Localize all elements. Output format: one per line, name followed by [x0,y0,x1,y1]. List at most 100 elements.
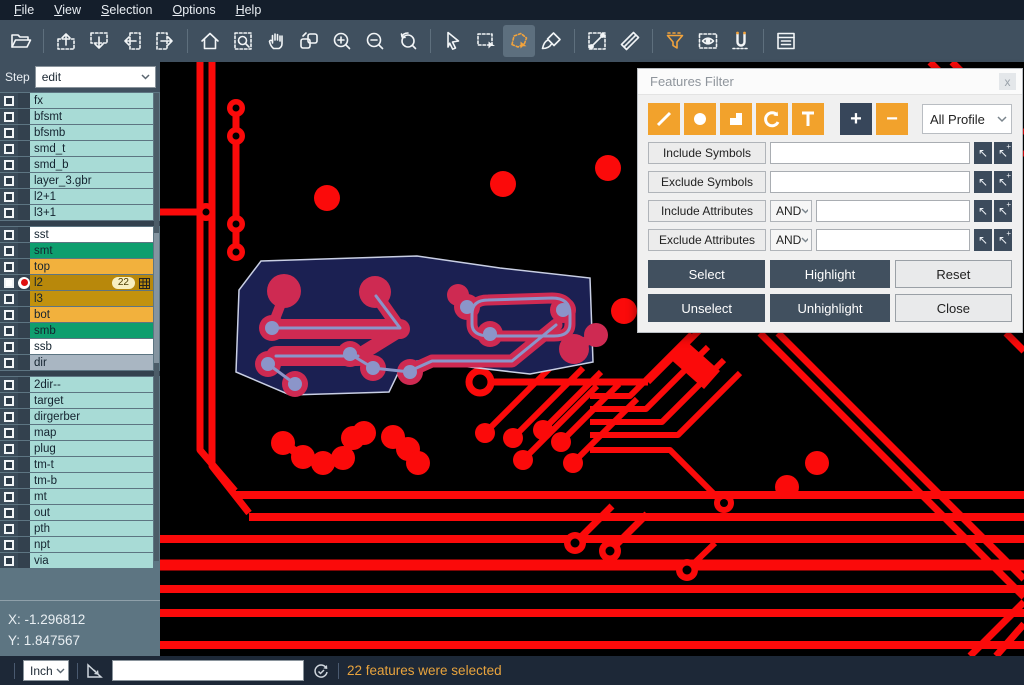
active-layer-indicator-cell[interactable] [18,505,30,520]
active-layer-indicator-cell[interactable] [18,537,30,552]
pick-symbol-add-icon[interactable]: ↖+ [994,142,1012,164]
features-filter-icon[interactable] [659,25,691,57]
active-layer-indicator-cell[interactable] [18,441,30,456]
active-layer-indicator-cell[interactable] [18,109,30,124]
layer-item-out[interactable]: out [30,505,153,520]
layer-item-l3+1[interactable]: l3+1 [30,205,153,220]
layer-item-smd_t[interactable]: smd_t [30,141,153,156]
layer-visibility-checkbox[interactable] [0,393,18,408]
layer-item-smt[interactable]: smt [30,243,153,258]
select-polygon-icon[interactable] [503,25,535,57]
exclude-attributes-button[interactable]: Exclude Attributes [648,229,766,251]
layer-item-tm-t[interactable]: tm-t [30,457,153,472]
exclude-attributes-operator-dropdown[interactable]: AND [770,229,812,251]
layer-item-dirgerber[interactable]: dirgerber [30,409,153,424]
active-layer-indicator-cell[interactable] [18,377,30,392]
pick-attribute-add-icon[interactable]: ↖+ [994,229,1012,251]
active-layer-indicator-cell[interactable] [18,473,30,488]
active-layer-indicator-cell[interactable] [18,457,30,472]
layer-visibility-checkbox[interactable] [0,553,18,568]
layers-form-icon[interactable] [770,25,802,57]
active-layer-indicator-cell[interactable] [18,205,30,220]
layer-visibility-checkbox[interactable] [0,93,18,108]
layer-visibility-checkbox[interactable] [0,377,18,392]
snap-angle-icon[interactable] [86,663,104,679]
pick-attribute-icon[interactable]: ↖ [974,229,992,251]
pick-symbol-icon[interactable]: ↖ [974,142,992,164]
layer-visibility-checkbox[interactable] [0,521,18,536]
include-symbols-button[interactable]: Include Symbols [648,142,766,164]
layer-item-ssb[interactable]: ssb [30,339,153,354]
active-layer-indicator-cell[interactable] [18,259,30,274]
measure-ruler-icon[interactable] [614,25,646,57]
active-layer-indicator-cell[interactable] [18,521,30,536]
select-button[interactable]: Select [648,260,765,288]
layer-item-pth[interactable]: pth [30,521,153,536]
include-attributes-button[interactable]: Include Attributes [648,200,766,222]
layer-visibility-checkbox[interactable] [0,473,18,488]
layer-visibility-checkbox[interactable] [0,441,18,456]
active-layer-indicator-cell[interactable] [18,157,30,172]
layer-visibility-checkbox[interactable] [0,173,18,188]
pan-right-icon[interactable] [149,25,181,57]
layer-visibility-checkbox[interactable] [0,537,18,552]
layer-item-bfsmt[interactable]: bfsmt [30,109,153,124]
pick-attribute-add-icon[interactable]: ↖+ [994,200,1012,222]
layer-visibility-checkbox[interactable] [0,125,18,140]
home-view-icon[interactable] [194,25,226,57]
active-layer-indicator-cell[interactable] [18,355,30,370]
layer-item-l2+1[interactable]: l2+1 [30,189,153,204]
zoom-previous-icon[interactable] [392,25,424,57]
pan-hand-icon[interactable] [260,25,292,57]
menu-file[interactable]: File [4,1,44,19]
active-layer-indicator-cell[interactable] [18,93,30,108]
layer-item-target[interactable]: target [30,393,153,408]
clear-brush-icon[interactable] [536,25,568,57]
layer-visibility-checkbox[interactable] [0,339,18,354]
step-dropdown[interactable]: edit [35,66,156,88]
view-swap-icon[interactable] [293,25,325,57]
active-layer-indicator-cell[interactable] [18,243,30,258]
active-layer-indicator-cell[interactable] [18,489,30,504]
include-attributes-input[interactable] [816,200,970,222]
active-layer-indicator-cell[interactable] [18,189,30,204]
filter-text-icon[interactable] [792,103,824,135]
exclude-symbols-button[interactable]: Exclude Symbols [648,171,766,193]
active-layer-indicator-cell[interactable] [18,173,30,188]
zoom-out-icon[interactable] [359,25,391,57]
layer-visibility-checkbox[interactable] [0,259,18,274]
snap-magnet-icon[interactable] [725,25,757,57]
active-layer-indicator-cell[interactable] [18,141,30,156]
pan-down-icon[interactable] [83,25,115,57]
layer-visibility-checkbox[interactable] [0,109,18,124]
include-symbols-input[interactable] [770,142,970,164]
select-pointer-icon[interactable] [437,25,469,57]
dialog-close-icon[interactable]: x [999,73,1016,90]
menu-help[interactable]: Help [226,1,272,19]
pick-symbol-icon[interactable]: ↖ [974,171,992,193]
reset-button[interactable]: Reset [895,260,1012,288]
layer-visibility-checkbox[interactable] [0,275,18,290]
layer-visibility-checkbox[interactable] [0,355,18,370]
active-layer-indicator-cell[interactable] [18,307,30,322]
layer-visibility-checkbox[interactable] [0,243,18,258]
filter-add-button[interactable]: + [840,103,872,135]
active-layer-indicator-cell[interactable] [18,227,30,242]
active-layer-indicator-cell[interactable] [18,409,30,424]
layer-item-mt[interactable]: mt [30,489,153,504]
layer-item-bfsmb[interactable]: bfsmb [30,125,153,140]
active-layer-indicator-cell[interactable] [18,275,30,290]
unhighlight-button[interactable]: Unhighlight [770,294,889,322]
active-layer-indicator-cell[interactable] [18,393,30,408]
layer-item-map[interactable]: map [30,425,153,440]
layer-item-l2[interactable]: l222 [30,275,153,290]
layer-visibility-checkbox[interactable] [0,457,18,472]
layer-visibility-checkbox[interactable] [0,489,18,504]
layer-visibility-checkbox[interactable] [0,141,18,156]
active-layer-indicator-cell[interactable] [18,291,30,306]
include-attributes-operator-dropdown[interactable]: AND [770,200,812,222]
active-layer-indicator-cell[interactable] [18,425,30,440]
layer-grid-icon[interactable] [139,278,150,289]
filter-surface-icon[interactable] [720,103,752,135]
filter-line-icon[interactable] [648,103,680,135]
